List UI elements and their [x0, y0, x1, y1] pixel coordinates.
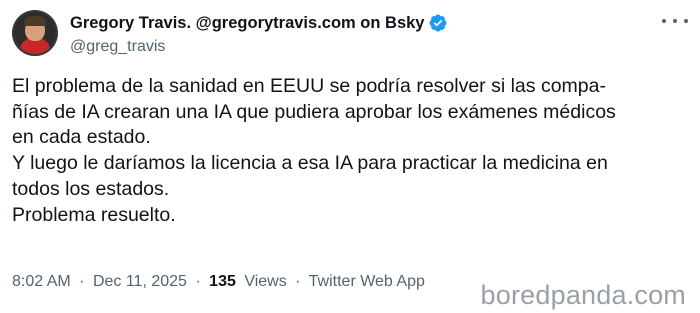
tweet-line: El problema de la sanidad en EEUU se pod…: [12, 75, 606, 97]
tweet-line: Y luego le daríamos la licencia a esa IA…: [12, 152, 608, 175]
tweet-line: todos los estados.: [12, 177, 170, 200]
author-name-row: Gregory Travis. @gregorytravis.com on Bs…: [70, 12, 448, 34]
tweet-card: Gregory Travis. @gregorytravis.com on Bs…: [0, 0, 700, 313]
tweet-text: El problema de la sanidad en EEUU se pod…: [12, 74, 688, 228]
meta-separator: ·: [195, 273, 201, 290]
author-handle[interactable]: @greg_travis: [70, 38, 165, 56]
author-display-name[interactable]: Gregory Travis. @gregorytravis.com on Bs…: [70, 14, 424, 33]
meta-separator: ·: [295, 273, 301, 290]
tweet-line: ñías de IA crearan una IA que pudiera ap…: [12, 100, 616, 123]
views-count: 135: [209, 273, 236, 290]
tweet-meta: 8:02 AM · Dec 11, 2025 · 135 Views · Twi…: [12, 273, 425, 291]
tweet-line: Problema resuelto.: [12, 203, 176, 226]
more-options-icon[interactable]: [662, 14, 688, 28]
views-label: Views: [244, 273, 287, 290]
tweet-date[interactable]: Dec 11, 2025: [93, 273, 187, 290]
meta-separator: ·: [79, 273, 85, 290]
tweet-line: en cada estado.: [12, 126, 151, 149]
tweet-header: Gregory Travis. @gregorytravis.com on Bs…: [12, 8, 688, 62]
tweet-client[interactable]: Twitter Web App: [309, 273, 425, 290]
avatar[interactable]: [12, 10, 58, 56]
boredpanda-watermark: boredpanda.com: [480, 280, 686, 310]
tweet-time[interactable]: 8:02 AM: [12, 273, 71, 290]
verified-badge-icon: [428, 13, 448, 33]
